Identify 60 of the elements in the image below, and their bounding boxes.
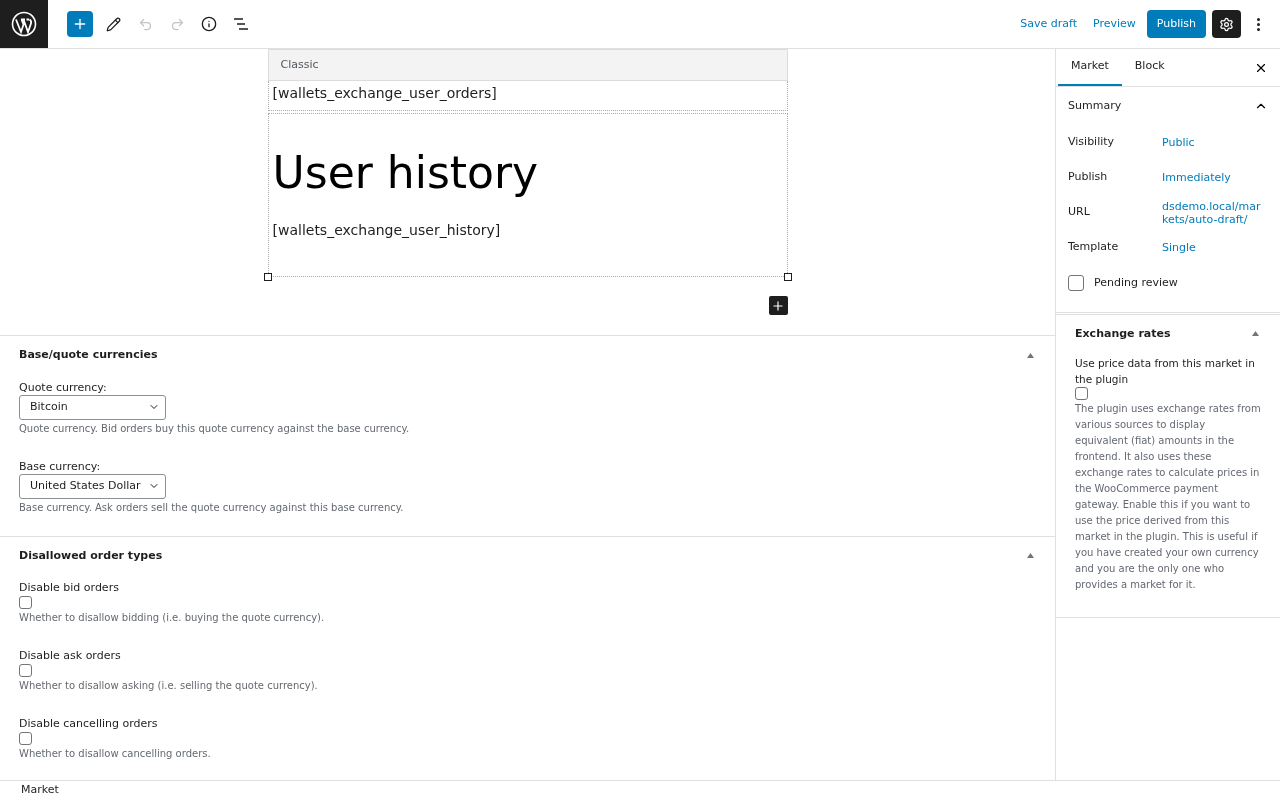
checkbox[interactable] bbox=[1075, 387, 1088, 400]
meta-box-title: Base/quote currencies bbox=[19, 347, 158, 363]
add-block-button[interactable] bbox=[768, 296, 788, 315]
panel-title[interactable]: Summary bbox=[1068, 97, 1122, 115]
sidebar-tab[interactable]: Block bbox=[1121, 49, 1178, 86]
shortcode-text: [wallets_exchange_user_history] bbox=[272, 221, 502, 240]
collapse-triangle-icon[interactable] bbox=[1252, 331, 1259, 337]
checkbox[interactable] bbox=[19, 732, 32, 745]
resize-handle[interactable] bbox=[263, 273, 272, 281]
checkbox[interactable] bbox=[1068, 275, 1084, 292]
field-description: Whether to disallow asking (i.e. selling the quote currency). bbox=[19, 679, 319, 692]
site-logo-tile[interactable] bbox=[0, 0, 48, 48]
pencil-icon bbox=[105, 16, 121, 32]
currency-select[interactable]: Bitcoin bbox=[19, 394, 166, 420]
field-description: Quote currency. Bid orders buy this quote currency against the base currency. bbox=[19, 421, 411, 435]
field-description: The plugin uses exchange rates from various sources to display equivalent (fiat) amounts in the frontend. It also uses these exchange rates to calculate prices in the WooCommerce payment gateway. Enable this if you want to use the price derived from this market in the plugin. This is useful if you have created your own currency and you are the only one who provides a market for it. bbox=[1075, 402, 1261, 592]
shortcode-text: [wallets_exchange_user_orders] bbox=[272, 85, 497, 101]
undo-icon bbox=[137, 16, 153, 32]
breadcrumb-link[interactable]: Market bbox=[21, 782, 59, 799]
summary-link[interactable]: Single bbox=[1162, 241, 1266, 254]
summary-link[interactable]: dsdemo.local/markets/auto-draft/ bbox=[1162, 199, 1266, 226]
summary-label: Visibility bbox=[1068, 134, 1116, 151]
summary-link[interactable]: Public bbox=[1162, 136, 1266, 149]
field-label: Quote currency: bbox=[19, 380, 108, 394]
settings-button[interactable] bbox=[1212, 10, 1241, 38]
info-icon bbox=[201, 16, 217, 32]
field-description: Whether to disallow cancelling orders. bbox=[19, 747, 212, 760]
checkbox[interactable] bbox=[19, 664, 32, 677]
meta-box-title: Exchange rates bbox=[1075, 325, 1171, 342]
preview-button[interactable]: Preview bbox=[1086, 10, 1142, 38]
plus-icon bbox=[72, 16, 88, 32]
save-draft-button[interactable]: Save draft bbox=[1014, 10, 1083, 38]
meta-box-title: Disallowed order types bbox=[19, 547, 163, 564]
currency-select[interactable]: United States Dollar bbox=[19, 473, 166, 499]
block-type-label: Classic bbox=[280, 56, 319, 73]
collapse-triangle-icon[interactable] bbox=[1027, 553, 1034, 559]
summary-label: Template bbox=[1068, 239, 1120, 256]
redo-icon bbox=[169, 16, 185, 32]
field-label: Disable ask orders bbox=[19, 649, 122, 662]
field-label: Disable bid orders bbox=[19, 581, 120, 594]
checkbox[interactable] bbox=[19, 596, 32, 609]
collapse-triangle-icon[interactable] bbox=[1027, 352, 1034, 358]
wordpress-logo-icon bbox=[11, 11, 37, 37]
block-heading: User history bbox=[272, 146, 540, 200]
more-icon bbox=[1256, 17, 1260, 31]
field-description: Base currency. Ask orders sell the quote currency against this base currency. bbox=[19, 500, 405, 514]
field-label: Base currency: bbox=[19, 459, 102, 473]
settings-icon bbox=[1219, 16, 1234, 32]
publish-button[interactable]: Publish bbox=[1146, 10, 1206, 38]
list-view-icon bbox=[233, 17, 249, 31]
summary-link[interactable]: Immediately bbox=[1162, 171, 1266, 184]
summary-label: Publish bbox=[1068, 169, 1109, 186]
field-label: Disable cancelling orders bbox=[19, 717, 159, 730]
sidebar-tab[interactable]: Market bbox=[1058, 49, 1122, 86]
summary-label: URL bbox=[1068, 204, 1091, 221]
field-description: Whether to disallow bidding (i.e. buying the quote currency). bbox=[19, 611, 326, 624]
plus-icon bbox=[771, 298, 785, 313]
checkbox-label: Pending review bbox=[1094, 275, 1178, 291]
resize-handle[interactable] bbox=[783, 273, 792, 281]
field-label: Use price data from this market in the plugin bbox=[1075, 356, 1256, 387]
